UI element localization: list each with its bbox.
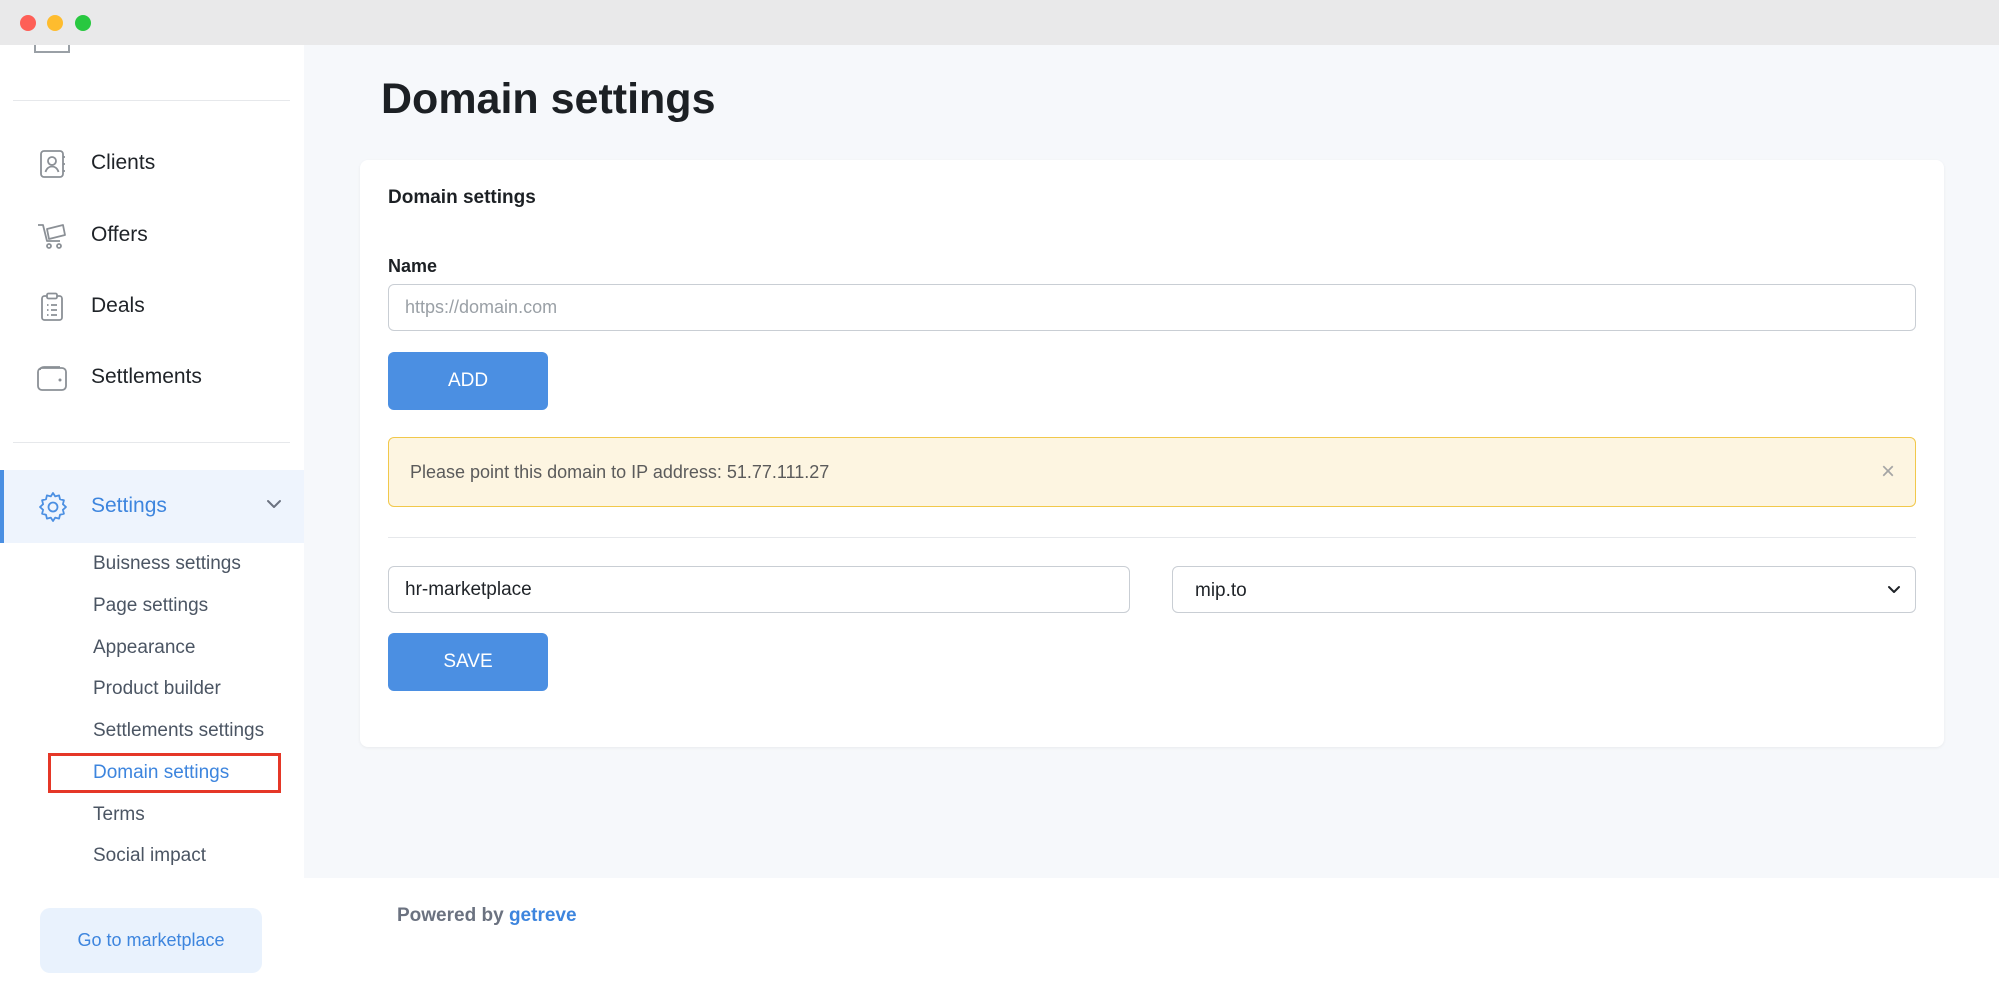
sidebar-item-settlements[interactable]: Settlements <box>0 347 304 407</box>
add-button[interactable]: ADD <box>388 352 548 410</box>
minimize-window-button[interactable] <box>47 15 63 31</box>
domain-name-input[interactable] <box>388 284 1916 331</box>
footer: Powered by getreve <box>397 905 577 927</box>
alert-text: Please point this domain to IP address: … <box>410 462 830 482</box>
submenu-item-appearance[interactable]: Appearance <box>93 637 195 659</box>
sidebar-divider <box>13 100 290 101</box>
powered-by-label: Powered by <box>397 905 504 926</box>
save-button[interactable]: SAVE <box>388 633 548 691</box>
sidebar-item-offers[interactable]: Offers <box>0 205 304 265</box>
close-window-button[interactable] <box>20 15 36 31</box>
sidebar-item-label: Deals <box>91 294 145 317</box>
sidebar-item-label: Offers <box>91 223 148 246</box>
logo-icon <box>34 45 70 53</box>
sidebar-item-deals[interactable]: Deals <box>0 276 304 336</box>
submenu-item-social-impact[interactable]: Social impact <box>93 845 206 867</box>
getreve-link[interactable]: getreve <box>509 905 577 926</box>
chevron-down-icon[interactable] <box>264 494 284 514</box>
clipboard-icon <box>41 292 63 321</box>
page-title: Domain settings <box>381 75 716 123</box>
submenu-item-settlements-settings[interactable]: Settlements settings <box>93 720 264 742</box>
gear-icon <box>39 492 67 522</box>
window-titlebar <box>0 0 1999 45</box>
main-content: Domain settings Domain settings Name ADD… <box>304 45 1999 878</box>
maximize-window-button[interactable] <box>75 15 91 31</box>
sidebar-item-label: Settlements <box>91 365 202 388</box>
card-divider <box>388 537 1916 538</box>
close-icon[interactable]: × <box>1881 460 1895 484</box>
sidebar-item-label: Settings <box>91 494 167 517</box>
ip-address-alert: Please point this domain to IP address: … <box>388 437 1916 507</box>
chevron-down-icon <box>1888 586 1900 593</box>
submenu-item-page-settings[interactable]: Page settings <box>93 595 208 617</box>
go-to-marketplace-button[interactable]: Go to marketplace <box>40 908 262 973</box>
domain-settings-card: Domain settings Name ADD Please point th… <box>360 160 1944 747</box>
cart-icon <box>38 224 66 249</box>
domain-select-value: mip.to <box>1195 580 1247 601</box>
sidebar-divider <box>13 442 290 443</box>
sidebar: Clients Offers Deals Settlements Setting… <box>0 45 304 1006</box>
subdomain-input[interactable] <box>388 566 1130 613</box>
sidebar-item-clients[interactable]: Clients <box>0 133 304 193</box>
sidebar-item-settings[interactable]: Settings <box>0 470 304 543</box>
wallet-icon <box>37 366 67 391</box>
name-label: Name <box>388 256 438 276</box>
submenu-item-product-builder[interactable]: Product builder <box>93 678 221 700</box>
submenu-item-business-settings[interactable]: Buisness settings <box>93 553 241 575</box>
highlight-annotation-box <box>48 753 281 793</box>
card-title: Domain settings <box>388 187 536 208</box>
domain-select[interactable]: mip.to <box>1172 566 1916 613</box>
submenu-item-terms[interactable]: Terms <box>93 804 145 826</box>
contact-book-icon <box>40 150 65 178</box>
sidebar-item-label: Clients <box>91 151 156 174</box>
